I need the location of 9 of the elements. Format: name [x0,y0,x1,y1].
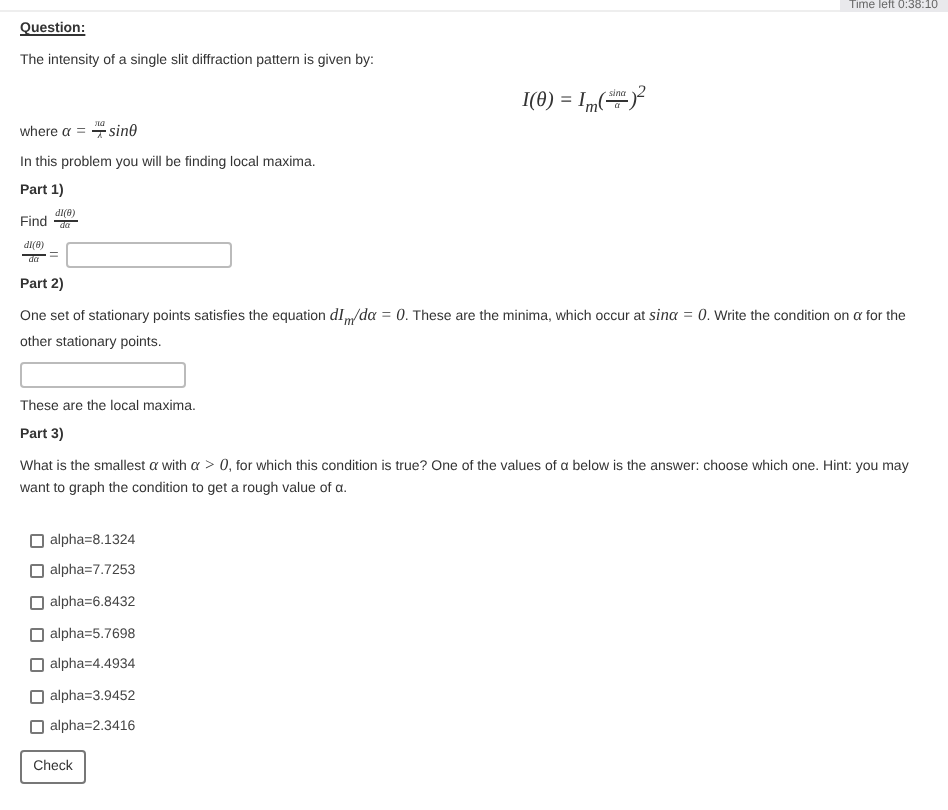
checkbox[interactable] [30,689,44,704]
checkbox[interactable] [30,658,44,673]
checkbox[interactable] [30,595,44,610]
checkbox[interactable] [30,533,44,548]
checkbox[interactable] [30,720,44,735]
answer-field[interactable] [65,241,232,268]
answer-field[interactable] [20,362,186,389]
checkbox[interactable] [30,564,44,579]
checkbox[interactable] [30,627,44,642]
